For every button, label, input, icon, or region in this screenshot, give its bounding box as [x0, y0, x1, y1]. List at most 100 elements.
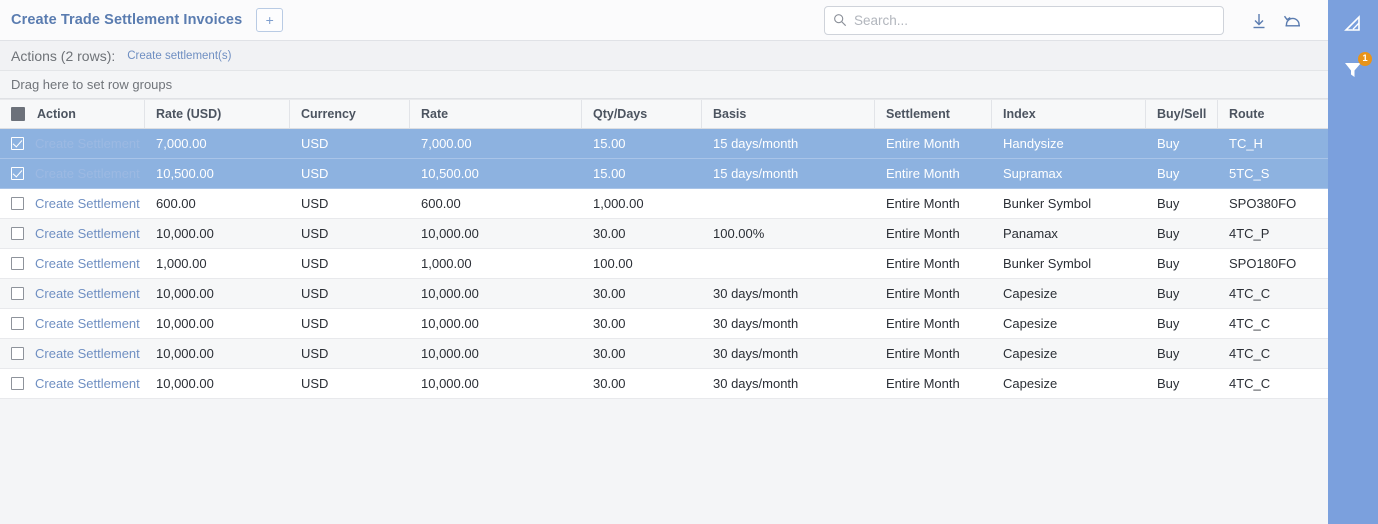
create-settlement-link[interactable]: Create Settlement	[35, 196, 140, 211]
column-header-rate[interactable]: Rate	[410, 100, 582, 128]
cell-text: USD	[301, 346, 328, 361]
table-row[interactable]: Create Settlement10,000.00USD10,000.0030…	[0, 279, 1328, 309]
cell-text: Entire Month	[886, 196, 960, 211]
column-header-label: Route	[1229, 107, 1264, 121]
cell-text: SPO180FO	[1229, 256, 1296, 271]
cell-text: Bunker Symbol	[1003, 196, 1091, 211]
cell-text: TC_H	[1229, 136, 1263, 151]
columns-tool-button[interactable]	[1332, 6, 1374, 44]
cell-qty_days: 100.00	[582, 249, 702, 278]
column-header-rate_usd[interactable]: Rate (USD)	[145, 100, 290, 128]
cell-text: USD	[301, 286, 328, 301]
columns-ruler-icon	[1342, 14, 1364, 36]
column-header-index[interactable]: Index	[992, 100, 1146, 128]
cell-index: Supramax	[992, 159, 1146, 188]
search-input[interactable]	[824, 6, 1224, 35]
column-header-label: Basis	[713, 107, 746, 121]
add-button[interactable]: +	[256, 8, 283, 32]
cell-route: 4TC_C	[1218, 369, 1328, 398]
column-header-route[interactable]: Route	[1218, 100, 1328, 128]
create-settlement-link[interactable]: Create Settlement	[35, 166, 140, 181]
cell-text: 10,000.00	[156, 226, 214, 241]
row-select-checkbox[interactable]	[11, 167, 24, 180]
select-all-checkbox[interactable]	[11, 107, 25, 121]
cell-rate_usd: 10,000.00	[145, 219, 290, 248]
table-row[interactable]: Create Settlement10,000.00USD10,000.0030…	[0, 369, 1328, 399]
column-header-basis[interactable]: Basis	[702, 100, 875, 128]
row-select-checkbox[interactable]	[11, 317, 24, 330]
row-select-checkbox[interactable]	[11, 347, 24, 360]
cell-text: Entire Month	[886, 346, 960, 361]
cell-settlement: Entire Month	[875, 309, 992, 338]
cell-route: TC_H	[1218, 129, 1328, 158]
row-select-checkbox[interactable]	[11, 197, 24, 210]
row-select-checkbox[interactable]	[11, 377, 24, 390]
table-row[interactable]: Create Settlement 10,000.00 USD 10,000.00 30…	[0, 339, 1328, 369]
table-row[interactable]: Create Settlement7,000.00USD7,000.0015.0…	[0, 129, 1328, 159]
column-header-buy_sell[interactable]: Buy/Sell	[1146, 100, 1218, 128]
download-button[interactable]	[1242, 4, 1276, 38]
filter-badge: 1	[1358, 52, 1372, 66]
cell-text: 10,000.00	[421, 316, 479, 331]
cell-route: SPO380FO	[1218, 189, 1328, 218]
create-settlement-link[interactable]: Create Settlement	[35, 136, 140, 151]
cell-basis	[702, 249, 875, 278]
cell-currency: USD	[290, 189, 410, 218]
cell-index: Panamax	[992, 219, 1146, 248]
cell-text: 4TC_C	[1229, 286, 1270, 301]
cell-text: 10,000.00	[156, 286, 214, 301]
cell-text: 10,000.00	[156, 376, 214, 391]
table-row[interactable]: Create Settlement10,500.00USD10,500.0015…	[0, 159, 1328, 189]
cell-action: Create Settlement	[0, 339, 145, 368]
column-header-currency[interactable]: Currency	[290, 100, 410, 128]
row-select-checkbox[interactable]	[11, 287, 24, 300]
create-settlement-link[interactable]: Create Settlement	[35, 376, 140, 391]
create-settlement-link[interactable]: Create Settlement	[35, 226, 140, 241]
column-header-settlement[interactable]: Settlement	[875, 100, 992, 128]
column-header-action[interactable]: Action	[0, 100, 145, 128]
create-settlement-link[interactable]: Create Settlement	[35, 316, 140, 331]
column-header-label: Action	[37, 107, 76, 121]
cell-currency: USD	[290, 369, 410, 398]
cell-rate_usd: 10,000.00	[145, 339, 290, 368]
filter-tool-button[interactable]: 1	[1332, 50, 1374, 88]
cell-text: Panamax	[1003, 226, 1058, 241]
cell-text: Capesize	[1003, 376, 1057, 391]
cell-text: Bunker Symbol	[1003, 256, 1091, 271]
cell-rate: 10,000.00	[410, 339, 582, 368]
actions-label: Actions (2 rows):	[11, 48, 115, 64]
row-select-checkbox[interactable]	[11, 227, 24, 240]
cell-text: 10,000.00	[156, 346, 214, 361]
table-row[interactable]: Create Settlement600.00USD600.001,000.00…	[0, 189, 1328, 219]
cell-text: 1,000.00	[421, 256, 472, 271]
page-title: Create Trade Settlement Invoices	[11, 12, 242, 28]
cell-action: Create Settlement	[0, 279, 145, 308]
cell-rate_usd: 10,000.00	[145, 309, 290, 338]
row-group-drop-zone[interactable]: Drag here to set row groups	[0, 71, 1328, 99]
cell-buy_sell: Buy	[1146, 219, 1218, 248]
row-select-checkbox[interactable]	[11, 137, 24, 150]
table-row[interactable]: Create Settlement1,000.00USD1,000.00100.…	[0, 249, 1328, 279]
table-row[interactable]: Create Settlement10,000.00USD10,000.0030…	[0, 219, 1328, 249]
cell-text: Entire Month	[886, 256, 960, 271]
grid-header-row: Action Rate (USD)CurrencyRateQty/Days Basi…	[0, 99, 1328, 129]
table-row[interactable]: Create Settlement10,000.00USD10,000.0030…	[0, 309, 1328, 339]
cell-currency: USD	[290, 219, 410, 248]
cell-text: Entire Month	[886, 226, 960, 241]
create-settlements-link[interactable]: Create settlement(s)	[127, 50, 231, 62]
cell-qty_days: 30.00	[582, 369, 702, 398]
column-header-qty_days[interactable]: Qty/Days	[582, 100, 702, 128]
cell-text: 10,000.00	[156, 316, 214, 331]
cell-buy_sell: Buy	[1146, 189, 1218, 218]
cell-text: 30.00	[593, 226, 626, 241]
cell-text: USD	[301, 376, 328, 391]
cell-index: Bunker Symbol	[992, 189, 1146, 218]
cell-text: 30.00	[593, 346, 626, 361]
create-settlement-link[interactable]: Create Settlement	[35, 286, 140, 301]
cell-text: Entire Month	[886, 316, 960, 331]
reset-button[interactable]	[1276, 4, 1310, 38]
row-select-checkbox[interactable]	[11, 257, 24, 270]
create-settlement-link[interactable]: Create Settlement	[35, 256, 140, 271]
create-settlement-link[interactable]: Create Settlement	[35, 346, 140, 361]
download-icon	[1249, 11, 1269, 31]
